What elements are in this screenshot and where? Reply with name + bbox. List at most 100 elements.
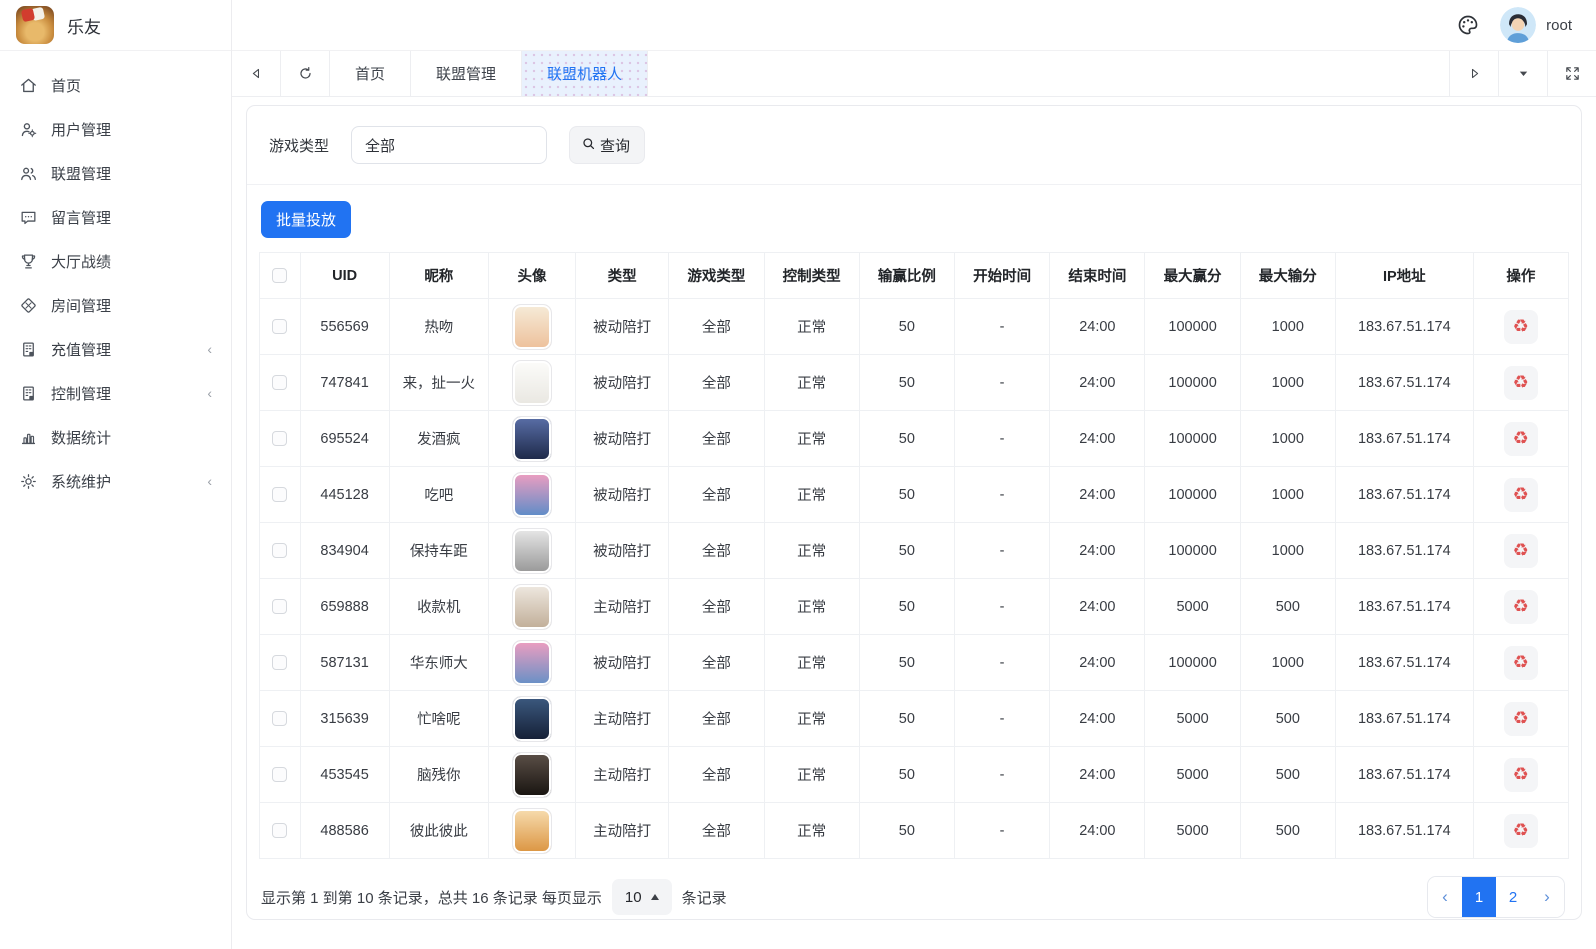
sidebar-item-label: 大厅战绩 [51, 251, 111, 272]
sidebar-item-label: 首页 [51, 75, 81, 96]
game-type-cell: 全部 [669, 803, 764, 859]
sidebar-item-hall-records[interactable]: 大厅战绩 [0, 239, 231, 283]
batch-deploy-button[interactable]: 批量投放 [261, 201, 351, 238]
redeploy-button[interactable]: ♻ [1504, 534, 1538, 568]
max-lose-cell: 1000 [1240, 355, 1335, 411]
redeploy-button[interactable]: ♻ [1504, 758, 1538, 792]
game-type-select[interactable]: 全部 [351, 126, 547, 164]
row-checkbox[interactable] [272, 823, 287, 838]
page-button-1[interactable]: 1 [1462, 877, 1496, 917]
sidebar-item-label: 系统维护 [51, 471, 111, 492]
column-header-IP地址: IP地址 [1335, 253, 1473, 299]
avatar-cell [488, 691, 575, 747]
row-avatar [512, 360, 552, 406]
arrow-right-icon[interactable] [1449, 51, 1498, 96]
control-type-cell: 正常 [764, 579, 859, 635]
top-header: root [232, 0, 1596, 51]
table-row: 556569热吻被动陪打全部正常50-24:001000001000183.67… [260, 299, 1569, 355]
action-cell: ♻ [1473, 747, 1568, 803]
search-button[interactable]: 查询 [569, 126, 645, 164]
select-all-cell [260, 253, 301, 299]
select-all-checkbox[interactable] [272, 268, 287, 283]
column-header-输赢比例: 输赢比例 [859, 253, 954, 299]
fullscreen-icon[interactable] [1547, 51, 1596, 96]
avatar-cell [488, 635, 575, 691]
ratio-cell: 50 [859, 355, 954, 411]
user-menu[interactable]: root [1500, 7, 1572, 43]
redeploy-button[interactable]: ♻ [1504, 814, 1538, 848]
tab-联盟机器人[interactable]: 联盟机器人 [522, 51, 648, 96]
column-header-头像: 头像 [488, 253, 575, 299]
search-icon [580, 135, 597, 156]
tab-联盟管理[interactable]: 联盟管理 [411, 51, 522, 96]
uid-cell: 587131 [300, 635, 389, 691]
app-title: 乐友 [67, 13, 101, 38]
action-cell: ♻ [1473, 411, 1568, 467]
row-checkbox[interactable] [272, 711, 287, 726]
avatar-cell [488, 467, 575, 523]
page-button-2[interactable]: 2 [1496, 877, 1530, 917]
sidebar-item-union-mgmt[interactable]: 联盟管理 [0, 151, 231, 195]
redeploy-button[interactable]: ♻ [1504, 310, 1538, 344]
panel-body: 批量投放 UID昵称头像类型游戏类型控制类型输赢比例开始时间结束时间最大赢分最大… [247, 185, 1581, 919]
row-checkbox[interactable] [272, 375, 287, 390]
sidebar-menu: 首页用户管理联盟管理留言管理大厅战绩房间管理充值管理‹控制管理‹数据统计系统维护… [0, 51, 231, 515]
column-header-操作: 操作 [1473, 253, 1568, 299]
search-button-label: 查询 [600, 135, 630, 156]
row-checkbox[interactable] [272, 431, 287, 446]
column-header-UID: UID [300, 253, 389, 299]
redeploy-button[interactable]: ♻ [1504, 702, 1538, 736]
palette-icon[interactable] [1456, 13, 1480, 37]
table-row: 834904保持车距被动陪打全部正常50-24:001000001000183.… [260, 523, 1569, 579]
sidebar-item-label: 控制管理 [51, 383, 111, 404]
game-type-cell: 全部 [669, 355, 764, 411]
sidebar-item-user-mgmt[interactable]: 用户管理 [0, 107, 231, 151]
column-header-昵称: 昵称 [389, 253, 488, 299]
start-time-cell: - [954, 747, 1049, 803]
end-time-cell: 24:00 [1050, 747, 1145, 803]
ip-cell: 183.67.51.174 [1335, 691, 1473, 747]
redeploy-button[interactable]: ♻ [1504, 590, 1538, 624]
redeploy-button[interactable]: ♻ [1504, 646, 1538, 680]
nickname-cell: 彼此彼此 [389, 803, 488, 859]
sidebar-item-label: 留言管理 [51, 207, 111, 228]
row-avatar [512, 472, 552, 518]
sidebar-item-room-mgmt[interactable]: 房间管理 [0, 283, 231, 327]
arrow-left-icon[interactable] [232, 51, 281, 96]
caret-down-icon[interactable] [1498, 51, 1547, 96]
tab-首页[interactable]: 首页 [330, 51, 411, 96]
page-size-select[interactable]: 10 [612, 879, 672, 915]
row-checkbox[interactable] [272, 543, 287, 558]
max-lose-cell: 1000 [1240, 299, 1335, 355]
row-checkbox[interactable] [272, 767, 287, 782]
redeploy-button[interactable]: ♻ [1504, 422, 1538, 456]
tab-nav-buttons [232, 51, 330, 96]
row-checkbox[interactable] [272, 599, 287, 614]
row-checkbox[interactable] [272, 487, 287, 502]
prev-page-button[interactable]: ‹ [1428, 877, 1462, 917]
game-type-cell: 全部 [669, 579, 764, 635]
sidebar-item-home[interactable]: 首页 [0, 63, 231, 107]
table-row: 315639忙啥呢主动陪打全部正常50-24:005000500183.67.5… [260, 691, 1569, 747]
redeploy-button[interactable]: ♻ [1504, 366, 1538, 400]
sidebar-item-label: 用户管理 [51, 119, 111, 140]
message-icon [19, 208, 38, 227]
start-time-cell: - [954, 467, 1049, 523]
row-checkbox[interactable] [272, 319, 287, 334]
next-page-button[interactable]: › [1530, 877, 1564, 917]
sidebar-item-control-mgmt[interactable]: 控制管理‹ [0, 371, 231, 415]
ip-cell: 183.67.51.174 [1335, 355, 1473, 411]
sidebar-item-message-mgmt[interactable]: 留言管理 [0, 195, 231, 239]
max-win-cell: 100000 [1145, 467, 1240, 523]
control-type-cell: 正常 [764, 747, 859, 803]
max-lose-cell: 500 [1240, 691, 1335, 747]
end-time-cell: 24:00 [1050, 299, 1145, 355]
sidebar-item-recharge-mgmt[interactable]: 充值管理‹ [0, 327, 231, 371]
sidebar-item-data-stats[interactable]: 数据统计 [0, 415, 231, 459]
column-header-类型: 类型 [576, 253, 669, 299]
row-checkbox[interactable] [272, 655, 287, 670]
refresh-icon[interactable] [281, 51, 330, 96]
sidebar-item-system-maint[interactable]: 系统维护‹ [0, 459, 231, 503]
sidebar-item-label: 充值管理 [51, 339, 111, 360]
redeploy-button[interactable]: ♻ [1504, 478, 1538, 512]
